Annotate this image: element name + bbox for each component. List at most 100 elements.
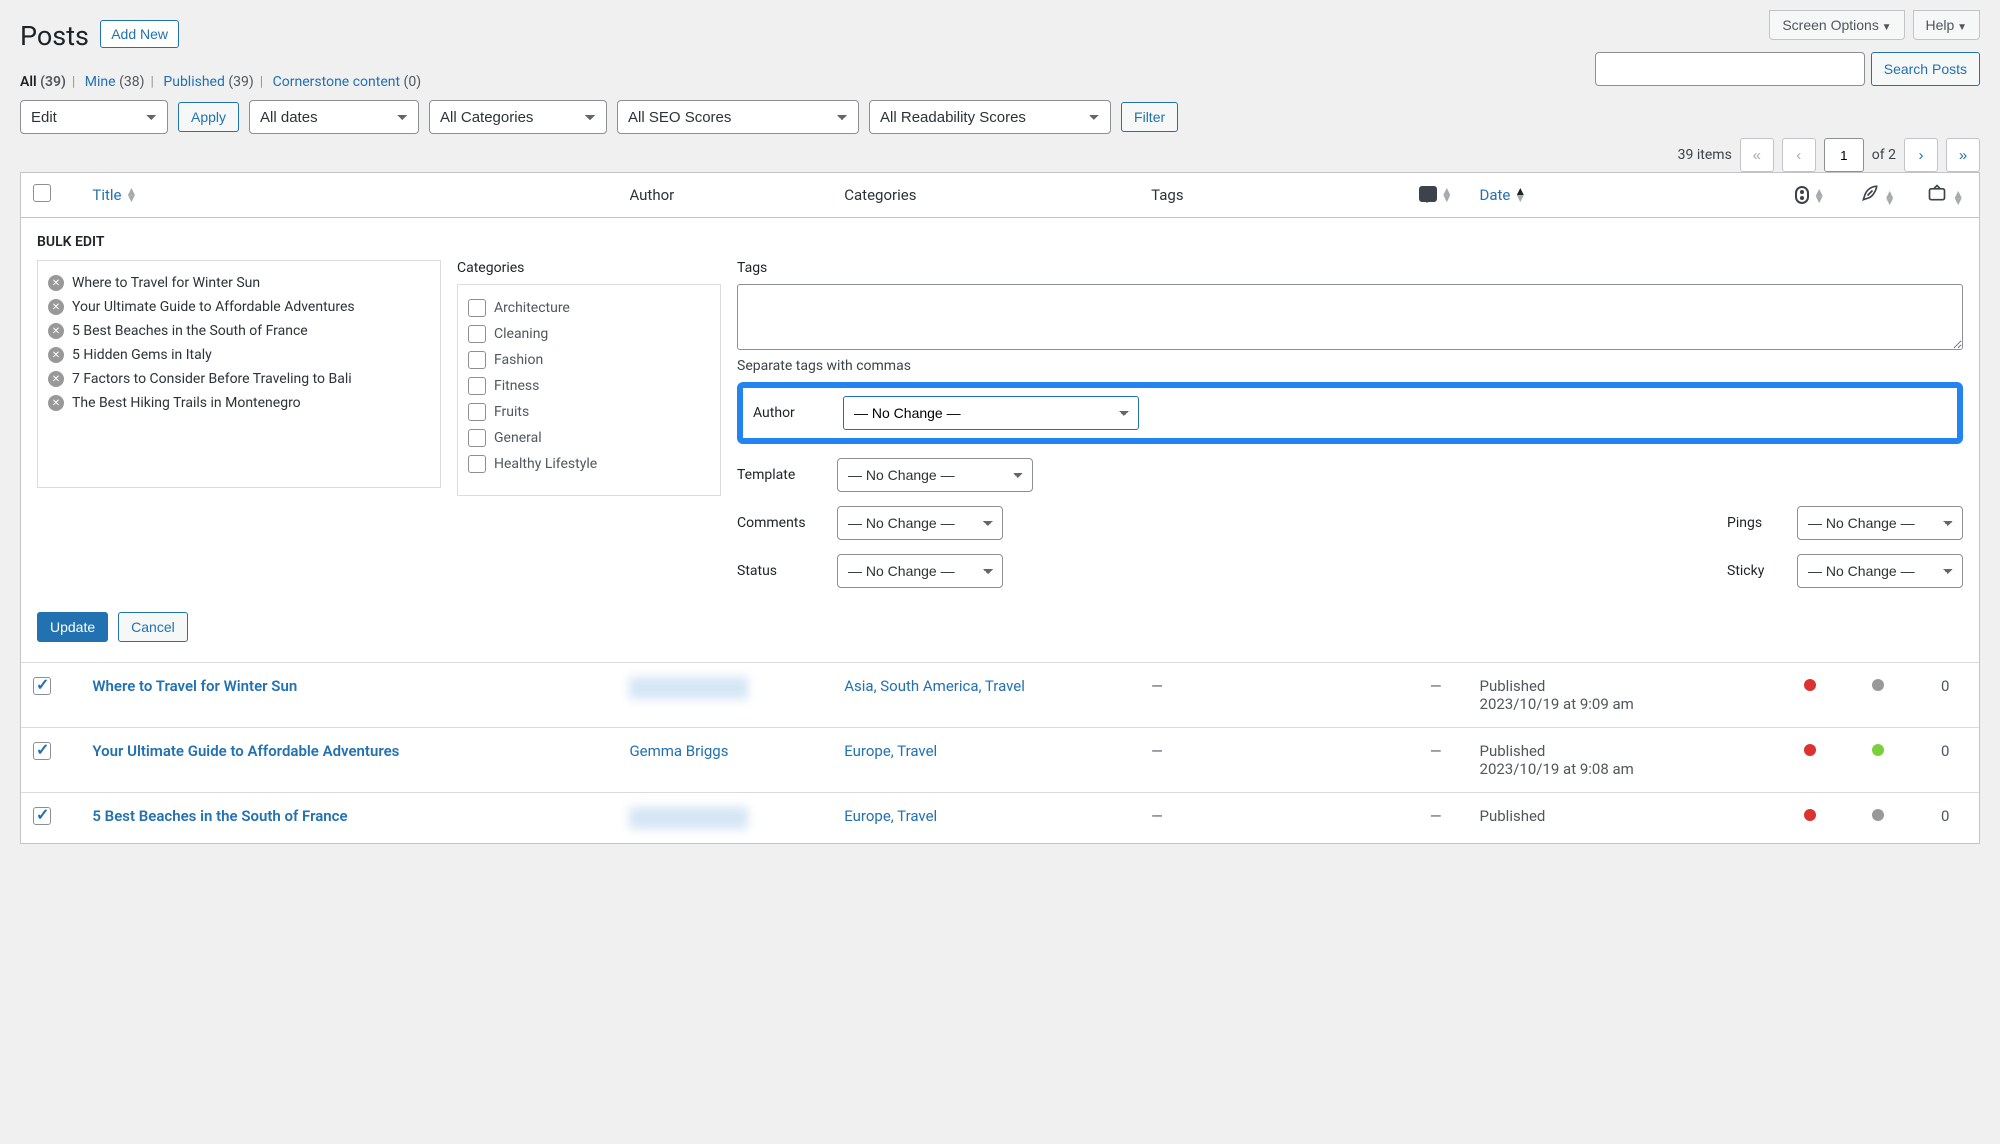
selected-posts-list: ✕Where to Travel for Winter Sun ✕Your Ul… [37,260,441,488]
comments-icon[interactable] [1419,186,1437,202]
row-checkbox[interactable] [33,742,51,760]
remove-item-icon[interactable]: ✕ [48,323,64,339]
remove-item-icon[interactable]: ✕ [48,275,64,291]
category-checkbox[interactable] [468,299,486,317]
sort-icon: ▲▼ [1952,191,1964,205]
tags-hint: Separate tags with commas [737,358,1963,374]
seo-dot [1804,809,1816,821]
bulk-action-select[interactable]: Edit [20,100,168,134]
seo-score-icon[interactable] [1795,186,1809,204]
current-page-input[interactable] [1824,138,1864,172]
col-date[interactable]: Date [1480,186,1511,204]
post-comments: — [1402,792,1470,843]
author-select[interactable]: — No Change — [843,396,1139,430]
author-label: Author [753,405,827,421]
selected-post-item: ✕5 Hidden Gems in Italy [48,343,430,367]
status-label: Status [737,563,823,579]
remove-item-icon[interactable]: ✕ [48,347,64,363]
post-author-link[interactable]: Gemma Briggs [629,742,728,760]
post-title-link[interactable]: 5 Best Beaches in the South of France [92,807,347,825]
post-categories[interactable]: Asia, South America, Travel [844,677,1025,695]
categories-label: Categories [457,260,721,276]
view-cornerstone[interactable]: Cornerstone content (0) [273,74,421,90]
comments-label: Comments [737,515,823,531]
col-author: Author [619,173,834,218]
update-button[interactable]: Update [37,612,108,642]
post-tags: — [1141,662,1402,727]
readability-dot [1872,809,1884,821]
add-new-button[interactable]: Add New [100,20,179,48]
search-input[interactable] [1595,52,1865,86]
comments-select[interactable]: — No Change — [837,506,1003,540]
post-author-link[interactable]: hollysantamera [629,807,748,829]
seo-dot [1804,744,1816,756]
post-title-link[interactable]: Your Ultimate Guide to Affordable Advent… [92,742,399,760]
items-count: 39 items [1678,147,1732,163]
last-page-button[interactable]: » [1946,138,1980,172]
template-select[interactable]: — No Change — [837,458,1033,492]
select-all-checkbox[interactable] [33,184,51,202]
post-categories[interactable]: Europe, Travel [844,742,937,760]
table-row: Your Ultimate Guide to Affordable Advent… [21,727,1979,792]
readability-icon[interactable] [1860,189,1880,207]
prev-page-button[interactable]: ‹ [1782,138,1816,172]
table-row: Where to Travel for Winter Sun hollysant… [21,662,1979,727]
post-date: Published2023/10/19 at 9:08 am [1470,727,1777,792]
page-title: Posts [20,20,89,52]
remove-item-icon[interactable]: ✕ [48,395,64,411]
sticky-label: Sticky [1727,563,1783,579]
link-count: 0 [1911,727,1979,792]
template-label: Template [737,467,823,483]
seo-dot [1804,679,1816,691]
help-button[interactable]: Help [1913,10,1980,40]
sticky-select[interactable]: — No Change — [1797,554,1963,588]
post-comments: — [1402,662,1470,727]
dates-filter[interactable]: All dates [249,100,419,134]
post-author-link[interactable]: hollysantamera [629,677,748,699]
post-date: Published [1470,792,1777,843]
categories-filter[interactable]: All Categories [429,100,607,134]
readability-filter[interactable]: All Readability Scores [869,100,1111,134]
next-page-button[interactable]: › [1904,138,1938,172]
category-checkbox[interactable] [468,325,486,343]
category-checkbox[interactable] [468,377,486,395]
pings-select[interactable]: — No Change — [1797,506,1963,540]
view-published[interactable]: Published (39) [163,74,253,90]
apply-button[interactable]: Apply [178,102,239,132]
col-tags: Tags [1141,173,1402,218]
post-tags: — [1141,792,1402,843]
table-row: 5 Best Beaches in the South of France ho… [21,792,1979,843]
search-button[interactable]: Search Posts [1871,52,1980,86]
category-checkbox[interactable] [468,429,486,447]
tags-input[interactable] [737,284,1963,350]
category-checkbox[interactable] [468,455,486,473]
post-title-link[interactable]: Where to Travel for Winter Sun [92,677,297,695]
sort-icon: ▲▼ [1514,188,1526,202]
remove-item-icon[interactable]: ✕ [48,371,64,387]
view-mine[interactable]: Mine (38) [85,74,145,90]
col-categories: Categories [834,173,1141,218]
remove-item-icon[interactable]: ✕ [48,299,64,315]
screen-options-button[interactable]: Screen Options [1769,10,1904,40]
selected-post-item: ✕The Best Hiking Trails in Montenegro [48,391,430,415]
row-checkbox[interactable] [33,807,51,825]
row-checkbox[interactable] [33,677,51,695]
sort-icon: ▲▼ [1884,191,1896,205]
cancel-button[interactable]: Cancel [118,612,188,642]
pings-label: Pings [1727,515,1783,531]
tags-label: Tags [737,260,1963,276]
col-title[interactable]: Title [92,186,121,204]
sort-icon: ▲▼ [1441,188,1453,202]
post-categories[interactable]: Europe, Travel [844,807,937,825]
post-date: Published2023/10/19 at 9:09 am [1470,662,1777,727]
link-count-icon[interactable] [1926,189,1948,207]
view-all[interactable]: All (39) [20,74,66,90]
filter-button[interactable]: Filter [1121,102,1178,132]
category-checkbox[interactable] [468,403,486,421]
category-checkbox[interactable] [468,351,486,369]
seo-filter[interactable]: All SEO Scores [617,100,859,134]
first-page-button[interactable]: « [1740,138,1774,172]
selected-post-item: ✕Your Ultimate Guide to Affordable Adven… [48,295,430,319]
status-select[interactable]: — No Change — [837,554,1003,588]
total-pages: of 2 [1872,147,1896,163]
